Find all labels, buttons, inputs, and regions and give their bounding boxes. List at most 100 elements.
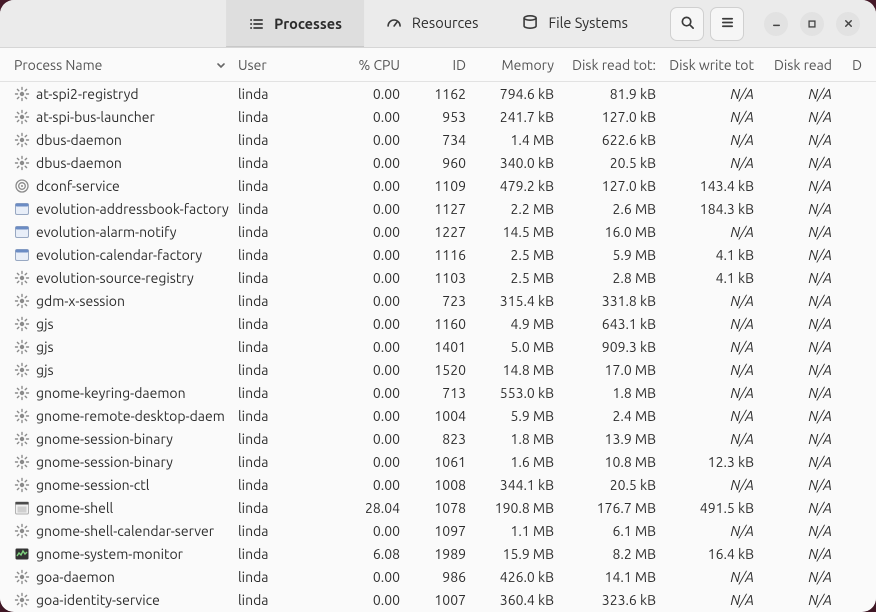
table-row[interactable]: gnome-shelllinda28.041078190.8 MB176.7 M…: [0, 496, 876, 519]
table-row[interactable]: goa-daemonlinda0.00986426.0 kB14.1 MBN/A…: [0, 565, 876, 588]
cell-memory: 1.8 MB: [472, 431, 560, 447]
cell-user: linda: [232, 132, 320, 148]
table-row[interactable]: gnome-shell-calendar-serverlinda0.001097…: [0, 519, 876, 542]
process-icon: [14, 500, 30, 516]
col-disk-read-total[interactable]: Disk read tot:: [560, 57, 662, 73]
table-row[interactable]: gnome-keyring-daemonlinda0.00713553.0 kB…: [0, 381, 876, 404]
process-name-text: at-spi2-registryd: [36, 86, 139, 102]
cell-process-name: gnome-shell-calendar-server: [8, 523, 232, 539]
cell-disk-read: N/A: [760, 592, 838, 608]
cell-disk-read: N/A: [760, 270, 838, 286]
cell-process-name: dbus-daemon: [8, 155, 232, 171]
cell-id: 823: [406, 431, 472, 447]
cell-id: 1078: [406, 500, 472, 516]
cell-id: 1160: [406, 316, 472, 332]
cell-process-name: dbus-daemon: [8, 132, 232, 148]
cell-disk-read: N/A: [760, 109, 838, 125]
cell-memory: 5.0 MB: [472, 339, 560, 355]
cell-disk-read-total: 14.1 MB: [560, 569, 662, 585]
process-icon: [14, 109, 30, 125]
cell-user: linda: [232, 270, 320, 286]
cell-disk-read: N/A: [760, 86, 838, 102]
cell-disk-read-total: 1.8 MB: [560, 385, 662, 401]
process-icon: [14, 201, 30, 217]
tab-filesystems[interactable]: File Systems: [500, 0, 649, 47]
table-row[interactable]: dbus-daemonlinda0.00960340.0 kB20.5 kBN/…: [0, 151, 876, 174]
cell-disk-read-total: 16.0 MB: [560, 224, 662, 240]
table-row[interactable]: evolution-alarm-notifylinda0.00122714.5 …: [0, 220, 876, 243]
col-disk-read[interactable]: Disk read: [760, 57, 838, 73]
col-cpu[interactable]: % CPU: [320, 57, 406, 73]
cell-id: 1097: [406, 523, 472, 539]
col-disk-write-total[interactable]: Disk write tot: [662, 57, 760, 73]
cell-memory: 360.4 kB: [472, 592, 560, 608]
search-icon: [680, 15, 695, 33]
table-row[interactable]: gnome-remote-desktop-daemlinda0.0010045.…: [0, 404, 876, 427]
cell-user: linda: [232, 546, 320, 562]
cell-memory: 426.0 kB: [472, 569, 560, 585]
process-name-text: gnome-keyring-daemon: [36, 385, 186, 401]
table-row[interactable]: at-spi-bus-launcherlinda0.00953241.7 kB1…: [0, 105, 876, 128]
cell-process-name: gnome-keyring-daemon: [8, 385, 232, 401]
process-icon: [14, 362, 30, 378]
cell-cpu: 0.00: [320, 270, 406, 286]
table-row[interactable]: gjslinda0.00152014.8 MB17.0 MBN/AN/A: [0, 358, 876, 381]
col-id[interactable]: ID: [406, 57, 472, 73]
process-icon: [14, 546, 30, 562]
table-row[interactable]: gdm-x-sessionlinda0.00723315.4 kB331.8 k…: [0, 289, 876, 312]
cell-cpu: 0.00: [320, 109, 406, 125]
table-row[interactable]: gnome-system-monitorlinda6.08198915.9 MB…: [0, 542, 876, 565]
cell-process-name: gnome-session-binary: [8, 454, 232, 470]
table-row[interactable]: gjslinda0.0014015.0 MB909.3 kBN/AN/A: [0, 335, 876, 358]
cell-memory: 794.6 kB: [472, 86, 560, 102]
maximize-button[interactable]: [800, 12, 824, 36]
col-user[interactable]: User: [232, 57, 320, 73]
cell-disk-read: N/A: [760, 293, 838, 309]
table-row[interactable]: evolution-source-registrylinda0.0011032.…: [0, 266, 876, 289]
cell-cpu: 28.04: [320, 500, 406, 516]
col-process-name[interactable]: Process Name: [8, 57, 232, 73]
tab-processes[interactable]: Processes: [226, 0, 364, 47]
cell-user: linda: [232, 316, 320, 332]
cell-user: linda: [232, 109, 320, 125]
tab-resources[interactable]: Resources: [364, 0, 501, 47]
process-icon: [14, 316, 30, 332]
table-row[interactable]: gnome-session-binarylinda0.008231.8 MB13…: [0, 427, 876, 450]
menu-button[interactable]: [710, 7, 744, 41]
col-label: % CPU: [359, 57, 401, 73]
process-name-text: gnome-session-binary: [36, 431, 173, 447]
cell-user: linda: [232, 569, 320, 585]
col-memory[interactable]: Memory: [472, 57, 560, 73]
cell-disk-write-total: 12.3 kB: [662, 454, 760, 470]
cell-user: linda: [232, 86, 320, 102]
col-extra[interactable]: D: [838, 57, 868, 73]
tab-label: Resources: [412, 14, 479, 31]
process-icon: [14, 247, 30, 263]
cell-user: linda: [232, 224, 320, 240]
cell-id: 953: [406, 109, 472, 125]
cell-disk-read: N/A: [760, 316, 838, 332]
cell-disk-read-total: 2.4 MB: [560, 408, 662, 424]
table-body[interactable]: at-spi2-registrydlinda0.001162794.6 kB81…: [0, 82, 876, 612]
col-label: ID: [453, 57, 466, 73]
search-button[interactable]: [670, 7, 704, 41]
table-row[interactable]: dbus-daemonlinda0.007341.4 MB622.6 kBN/A…: [0, 128, 876, 151]
cell-disk-read: N/A: [760, 339, 838, 355]
cell-process-name: gnome-system-monitor: [8, 546, 232, 562]
close-button[interactable]: [836, 12, 860, 36]
cell-disk-read: N/A: [760, 569, 838, 585]
table-row[interactable]: goa-identity-servicelinda0.001007360.4 k…: [0, 588, 876, 611]
table-row[interactable]: evolution-addressbook-factorylinda0.0011…: [0, 197, 876, 220]
table-row[interactable]: dconf-servicelinda0.001109479.2 kB127.0 …: [0, 174, 876, 197]
cell-id: 1227: [406, 224, 472, 240]
minimize-button[interactable]: [764, 12, 788, 36]
cell-cpu: 0.00: [320, 155, 406, 171]
table-row[interactable]: gjslinda0.0011604.9 MB643.1 kBN/AN/A: [0, 312, 876, 335]
cell-disk-read-total: 20.5 kB: [560, 155, 662, 171]
table-row[interactable]: at-spi2-registrydlinda0.001162794.6 kB81…: [0, 82, 876, 105]
cell-disk-write-total: 4.1 kB: [662, 247, 760, 263]
table-row[interactable]: evolution-calendar-factorylinda0.0011162…: [0, 243, 876, 266]
minimize-icon: [771, 16, 782, 32]
table-row[interactable]: gnome-session-binarylinda0.0010611.6 MB1…: [0, 450, 876, 473]
table-row[interactable]: gnome-session-ctllinda0.001008344.1 kB20…: [0, 473, 876, 496]
